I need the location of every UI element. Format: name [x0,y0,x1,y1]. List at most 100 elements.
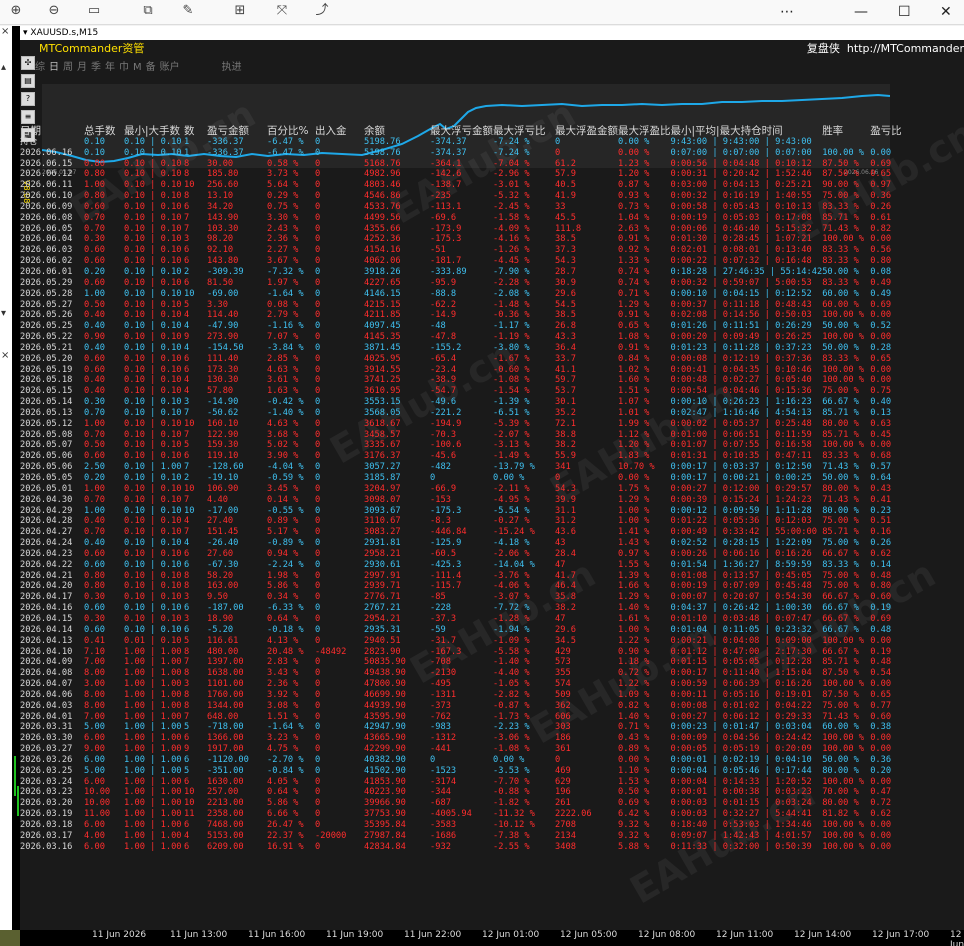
cell-max-float-loss-pct: -2.23 % [493,722,530,733]
time-axis-label: 11 Jun 16:00 [248,930,306,940]
cell-cashflow: 0 [315,234,321,245]
cell-pnl: 2358.00 [207,809,244,820]
tab-year[interactable]: 年 [105,62,115,73]
panel-close-icon[interactable]: × [1,26,9,37]
document-icon[interactable]: ▤ [21,74,35,88]
cell-max-float-loss: -60.5 [430,548,457,559]
brand-link[interactable]: 复盘侠 http://MTCommander [807,40,964,56]
cell-max-float-profit: 362 [555,700,571,711]
cell-winrate: 66.67 % [822,592,859,603]
table-row: 2026.03.25 5.00 1.00 | 1.00 5 -351.00 -0.84 %… [20,766,908,777]
tab-magic[interactable]: M [133,62,142,73]
cell-hold-time: 0:00:58 | 0:05:43 | 0:10:13 [670,201,812,212]
minimize-icon[interactable]: — [854,0,868,24]
cell-pl-ratio: 0.48 [870,657,892,668]
cell-count: 6 [184,353,190,364]
cell-percent: 4.63 % [267,418,299,429]
close-icon[interactable]: ✕ [940,0,952,24]
tab-quarter[interactable]: 季 [91,62,101,73]
fit-icon[interactable]: ▭ [84,2,104,20]
cell-date: 2026.05.15 [20,386,73,397]
cell-hold-time: 0:18:40 | 0:53:03 | 1:34:46 [670,820,812,830]
cell-winrate: 100.00 % [822,332,865,343]
zoom-in-icon[interactable]: ⊕ [6,2,26,20]
cell-balance: 47800.90 [364,679,406,690]
table-row: 2026.05.05 0.20 0.10 | 0.10 2 -19.10 -0.59 % 0… [20,473,908,484]
table-row: 2026.04.30 0.70 0.10 | 0.10 7 4.40 0.14 % 0 309… [20,495,908,506]
export-icon[interactable]: ⤴ [312,2,332,20]
cell-lots: 0.40 [84,538,105,549]
tab-trail[interactable]: 执进 [222,62,242,73]
cell-max-float-profit-pct: 0.92 % [618,245,650,256]
cell-balance: 4025.95 [364,353,401,364]
stats-table: 日期 总手数 最小|大手数 数 盈亏金额 百分比% 出入金 余额 最大浮亏金额 … [20,126,908,853]
tab-month[interactable]: 月 [77,62,87,73]
table-row: 2026.04.20 0.80 0.10 | 0.10 8 163.00 5.86 % 0 2… [20,581,908,592]
cell-pnl: -69.00 [207,288,239,299]
move-icon[interactable]: ✣ [21,56,35,70]
scroll-up-icon[interactable]: ▴ [1,62,6,73]
cell-hold-time: 0:02:47 | 1:16:46 | 4:54:13 [670,407,812,418]
image-icon[interactable]: ⊞ [230,2,250,20]
maximize-icon[interactable]: ☐ [898,0,911,24]
cell-pnl: -128.60 [207,462,244,473]
cell-max-float-profit: 0 [555,136,561,147]
cell-max-float-loss-pct: -15.24 % [493,527,535,538]
cell-max-float-loss-pct: -1.49 % [493,451,530,462]
table-row: 2026.04.10 7.10 1.00 | 1.00 8 480.00 20.48 % -… [20,647,908,658]
cell-count: 2 [184,473,190,483]
tab-note[interactable]: 备 [146,62,156,73]
scroll-down-icon[interactable]: ▾ [1,308,6,319]
cell-pnl: 1344.00 [207,700,244,711]
tab-day[interactable]: 日 [49,62,59,73]
cell-max-float-loss-pct: -7.72 % [493,603,530,614]
cell-cashflow: 0 [315,473,321,483]
cell-max-float-profit-pct: 5.88 % [618,841,650,852]
cell-pl-ratio: 0.57 [870,462,892,473]
layers-icon[interactable]: ⧉ [138,2,158,20]
tab-overview[interactable]: 综 [35,62,45,73]
header-max-float-loss: 最大浮亏金额 [430,125,493,137]
cell-hold-time: 0:00:08 | 0:12:19 | 0:37:36 [670,353,812,364]
cell-date: 2026.04.17 [20,592,73,603]
tab-week[interactable]: 周 [63,62,73,73]
panel-close-icon-2[interactable]: × [1,350,9,361]
cell-max-float-profit: 0 [555,473,561,483]
cell-max-float-profit-pct: 1.22 % [618,679,650,690]
cell-lots: 0.10 [84,136,105,147]
cell-max-float-profit: 59.7 [555,375,576,386]
cell-cashflow: 0 [315,158,321,169]
cell-hold-time: 0:00:27 | 0:06:12 | 0:29:33 [670,711,812,722]
more-icon[interactable]: ⋯ [780,0,794,24]
cell-pl-ratio: 0.77 [870,700,892,711]
cell-count: 4 [184,342,190,353]
tab-symbol[interactable]: 巾 [119,62,129,73]
cell-pl-ratio: 0.20 [870,765,892,776]
edit-icon[interactable]: ✎ [178,2,198,20]
zoom-out-icon[interactable]: ⊖ [44,2,64,20]
cell-lots: 10.00 [84,787,111,798]
cell-hold-time: 0:01:08 | 0:13:57 | 0:45:05 [670,570,812,581]
cell-minmax-lots: 0.10 | 0.10 [124,429,182,440]
cell-max-float-profit-pct: 0.72 % [618,668,650,679]
window-menu-icon[interactable]: ▾ [23,28,28,38]
list-icon[interactable]: ≡ [21,110,35,124]
cell-balance: 3093.67 [364,505,401,516]
cell-pnl: 119.10 [207,451,239,462]
cell-pl-ratio: 0.65 [870,689,892,700]
cell-hold-time: 0:02:01 | 0:08:01 | 0:13:40 [670,245,812,256]
cell-max-float-profit: 31.1 [555,505,576,516]
cell-max-float-loss-pct: -1.28 % [493,613,530,624]
cell-minmax-lots: 1.00 | 1.00 [124,776,182,787]
cell-pnl: -50.62 [207,407,239,418]
cell-max-float-profit-pct: 1.12 % [618,429,650,440]
cell-lots: 2.50 [84,462,105,473]
cell-max-float-loss: -344 [430,787,451,798]
tab-account[interactable]: 账户 [160,62,180,73]
cell-lots: 0.30 [84,234,105,245]
help-icon[interactable]: ? [21,92,35,106]
crop-icon[interactable]: ⤧ [272,2,292,20]
cell-lots: 6.00 [84,841,105,852]
cell-pnl: 185.80 [207,169,239,180]
cell-count: 10 [184,180,195,191]
